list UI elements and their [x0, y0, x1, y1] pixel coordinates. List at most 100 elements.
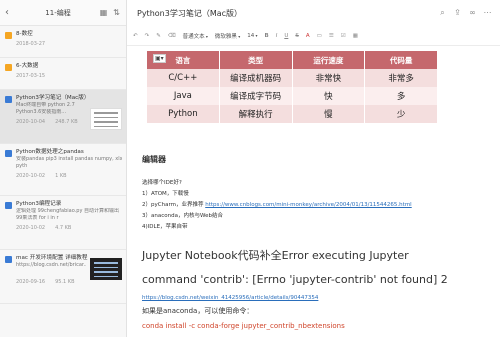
- section-heading: 编辑器: [142, 155, 166, 164]
- table-cell: 非常快: [291, 69, 365, 87]
- table-cell: C/C++: [168, 73, 198, 83]
- folder-title: 8-数控: [16, 31, 33, 37]
- note-snippet: Python3.6安装指南...: [16, 109, 67, 115]
- list-item: 3）anaconda，内核与Web结合: [142, 213, 223, 219]
- note-size: 95.1 KB: [55, 279, 75, 285]
- table-header-cell: 类型: [218, 51, 292, 69]
- heading-line: Jupyter Notebook代码补全Error executing Jupy…: [142, 249, 409, 262]
- note-thumbnail: [90, 258, 122, 280]
- layout-icon[interactable]: ▦: [99, 8, 108, 17]
- note-list-header: ‹ 11-编程 ▦ ⇅: [0, 0, 126, 26]
- table-header-cell: 代码量: [364, 51, 437, 69]
- paragraph: 如果是anaconda，可以使用命令：: [142, 307, 254, 315]
- table-row: Python 解释执行 慢 少: [147, 105, 437, 123]
- note-date: 2020-10-02: [16, 173, 46, 179]
- redo-icon[interactable]: ↷: [145, 33, 150, 39]
- clear-format-icon[interactable]: ⌫: [168, 33, 176, 39]
- note-snippet: [16, 269, 86, 276]
- table-cell: 编译成机器码: [218, 69, 292, 87]
- table-cell: 快: [291, 87, 365, 105]
- font-family-select[interactable]: 微软雅黑: [215, 32, 240, 40]
- highlight-icon[interactable]: ▭: [317, 33, 322, 39]
- list-item: 1）ATOM，下载慢: [142, 191, 189, 197]
- underline-button[interactable]: U: [284, 33, 288, 39]
- reference-link[interactable]: https://blog.csdn.net/weixin_41425956/ar…: [142, 295, 318, 302]
- note-thumbnail: [90, 108, 122, 130]
- note-item-selected[interactable]: Python3学习笔记（Mac版） Mac终端自带 python 2.7 Pyt…: [0, 90, 126, 144]
- format-toolbar: ↶ ↷ ✎ ⌫ 普通文本 微软雅黑 14 B I U S A ▭ ☰ ☑ ▦: [127, 26, 500, 46]
- folder-title: 6-大数据: [16, 63, 39, 69]
- format-painter-icon[interactable]: ✎: [156, 33, 161, 39]
- note-size: 1 KB: [55, 173, 67, 179]
- list-item-text: 2）pyCharm，业界推荐: [142, 202, 206, 208]
- folder-item[interactable]: 6-大数据 2017-03-15: [0, 58, 126, 90]
- note-list-panel: ‹ 11-编程 ▦ ⇅ 8-数控 2018-03-27 6-大数据 2017-0…: [0, 0, 127, 337]
- note-snippet: https://blog.csdn.net/bricar...: [16, 262, 86, 268]
- folder-date: 2017-03-15: [16, 73, 46, 79]
- note-icon: [5, 150, 12, 157]
- table-cell: 编译成字节码: [218, 87, 292, 105]
- paragraph: 选择哪个IDE好?: [142, 180, 182, 186]
- editor-header: Python3学习笔记（Mac版） ⌕ ⇪ ∞ ⋯: [127, 0, 500, 26]
- strikethrough-button[interactable]: S: [295, 33, 299, 39]
- folder-date: 2018-03-27: [16, 41, 46, 47]
- note-snippet: pyth: [16, 163, 28, 169]
- editor-panel: Python3学习笔记（Mac版） ⌕ ⇪ ∞ ⋯ ↶ ↷ ✎ ⌫ 普通文本 微…: [127, 0, 500, 337]
- note-title: Python3学习笔记（Mac版）: [16, 95, 90, 101]
- note-icon: [5, 256, 12, 263]
- notebook-title: 11-编程: [45, 8, 71, 17]
- font-size-select[interactable]: 14: [247, 33, 257, 39]
- note-meta: 2020-10-02 1 KB: [16, 172, 122, 180]
- note-title: Python数据处理之pandas: [16, 149, 84, 155]
- bold-button[interactable]: B: [264, 33, 268, 39]
- folder-item[interactable]: 8-数控 2018-03-27: [0, 26, 126, 58]
- list-item: 4)IDLE，苹果自带: [142, 224, 188, 230]
- undo-icon[interactable]: ↶: [133, 33, 138, 39]
- italic-button[interactable]: I: [276, 33, 278, 39]
- folder-icon: [5, 64, 12, 71]
- table-icon[interactable]: ▦: [353, 33, 358, 39]
- table-cell: 少: [364, 105, 437, 123]
- table-cell: Java: [173, 91, 192, 101]
- table-cell: 多: [364, 87, 437, 105]
- share-icon[interactable]: ⇪: [453, 8, 462, 18]
- note-size: 4.7 KB: [55, 225, 72, 231]
- note-icon: [5, 202, 12, 209]
- note-meta: 2020-10-02 4.7 KB: [16, 224, 122, 232]
- note-item[interactable]: mac 开发环境配置 详细教程 https://blog.csdn.net/br…: [0, 250, 126, 304]
- note-snippet: 安装pandas pip3 install pandas numpy, xlx,: [16, 156, 122, 162]
- note-item[interactable]: Python3编程记录 逻辑处理 99chengfabiao.py 自动计算和输…: [0, 196, 126, 250]
- document-title[interactable]: Python3学习笔记（Mac版）: [137, 8, 438, 19]
- command-text: conda install -c conda-forge jupyter_con…: [142, 322, 345, 330]
- checklist-icon[interactable]: ☑: [341, 33, 346, 39]
- table-cell: 解释执行: [218, 105, 292, 123]
- document-body[interactable]: 语言 类型 运行速度 代码量 C/C++ 编译成机器码 非常快 非常多 Java…: [127, 46, 500, 337]
- more-icon[interactable]: ⋯: [483, 8, 492, 18]
- note-snippet: 逻辑处理 99chengfabiao.py 自动计算和输出: [16, 208, 120, 214]
- pycharm-link[interactable]: https://www.cnblogs.com/mini-monkey/arch…: [205, 202, 412, 208]
- list-item: 2）pyCharm，业界推荐 https://www.cnblogs.com/m…: [142, 202, 412, 209]
- table-cell: Python: [168, 109, 198, 119]
- note-snippet: Mac终端自带 python 2.7: [16, 102, 75, 108]
- note-size: 248.7 KB: [55, 119, 78, 125]
- table-cell: 非常多: [364, 69, 437, 87]
- note-date: 2020-09-16: [16, 279, 46, 285]
- link-icon[interactable]: ∞: [468, 8, 477, 18]
- note-snippet: 99乘法表 for i in r: [16, 215, 59, 221]
- folder-icon: [5, 32, 12, 39]
- table-header-cell: 运行速度: [291, 51, 365, 69]
- list-icon[interactable]: ☰: [329, 33, 334, 39]
- table-row: C/C++ 编译成机器码 非常快 非常多: [147, 69, 437, 87]
- note-title: Python3编程记录: [16, 201, 62, 207]
- table-header-row: 语言 类型 运行速度 代码量: [147, 51, 437, 69]
- search-icon[interactable]: ⌕: [438, 8, 447, 18]
- image-options-icon[interactable]: ▣▾: [153, 54, 166, 63]
- note-item[interactable]: Python数据处理之pandas 安装pandas pip3 install …: [0, 144, 126, 196]
- paragraph-style-select[interactable]: 普通文本: [183, 32, 208, 40]
- sort-icon[interactable]: ⇅: [112, 8, 121, 17]
- font-color-button[interactable]: A: [306, 33, 310, 39]
- back-arrow-icon[interactable]: ‹: [5, 7, 17, 18]
- note-icon: [5, 96, 12, 103]
- note-date: 2020-10-02: [16, 225, 46, 231]
- table-row: Java 编译成字节码 快 多: [147, 87, 437, 105]
